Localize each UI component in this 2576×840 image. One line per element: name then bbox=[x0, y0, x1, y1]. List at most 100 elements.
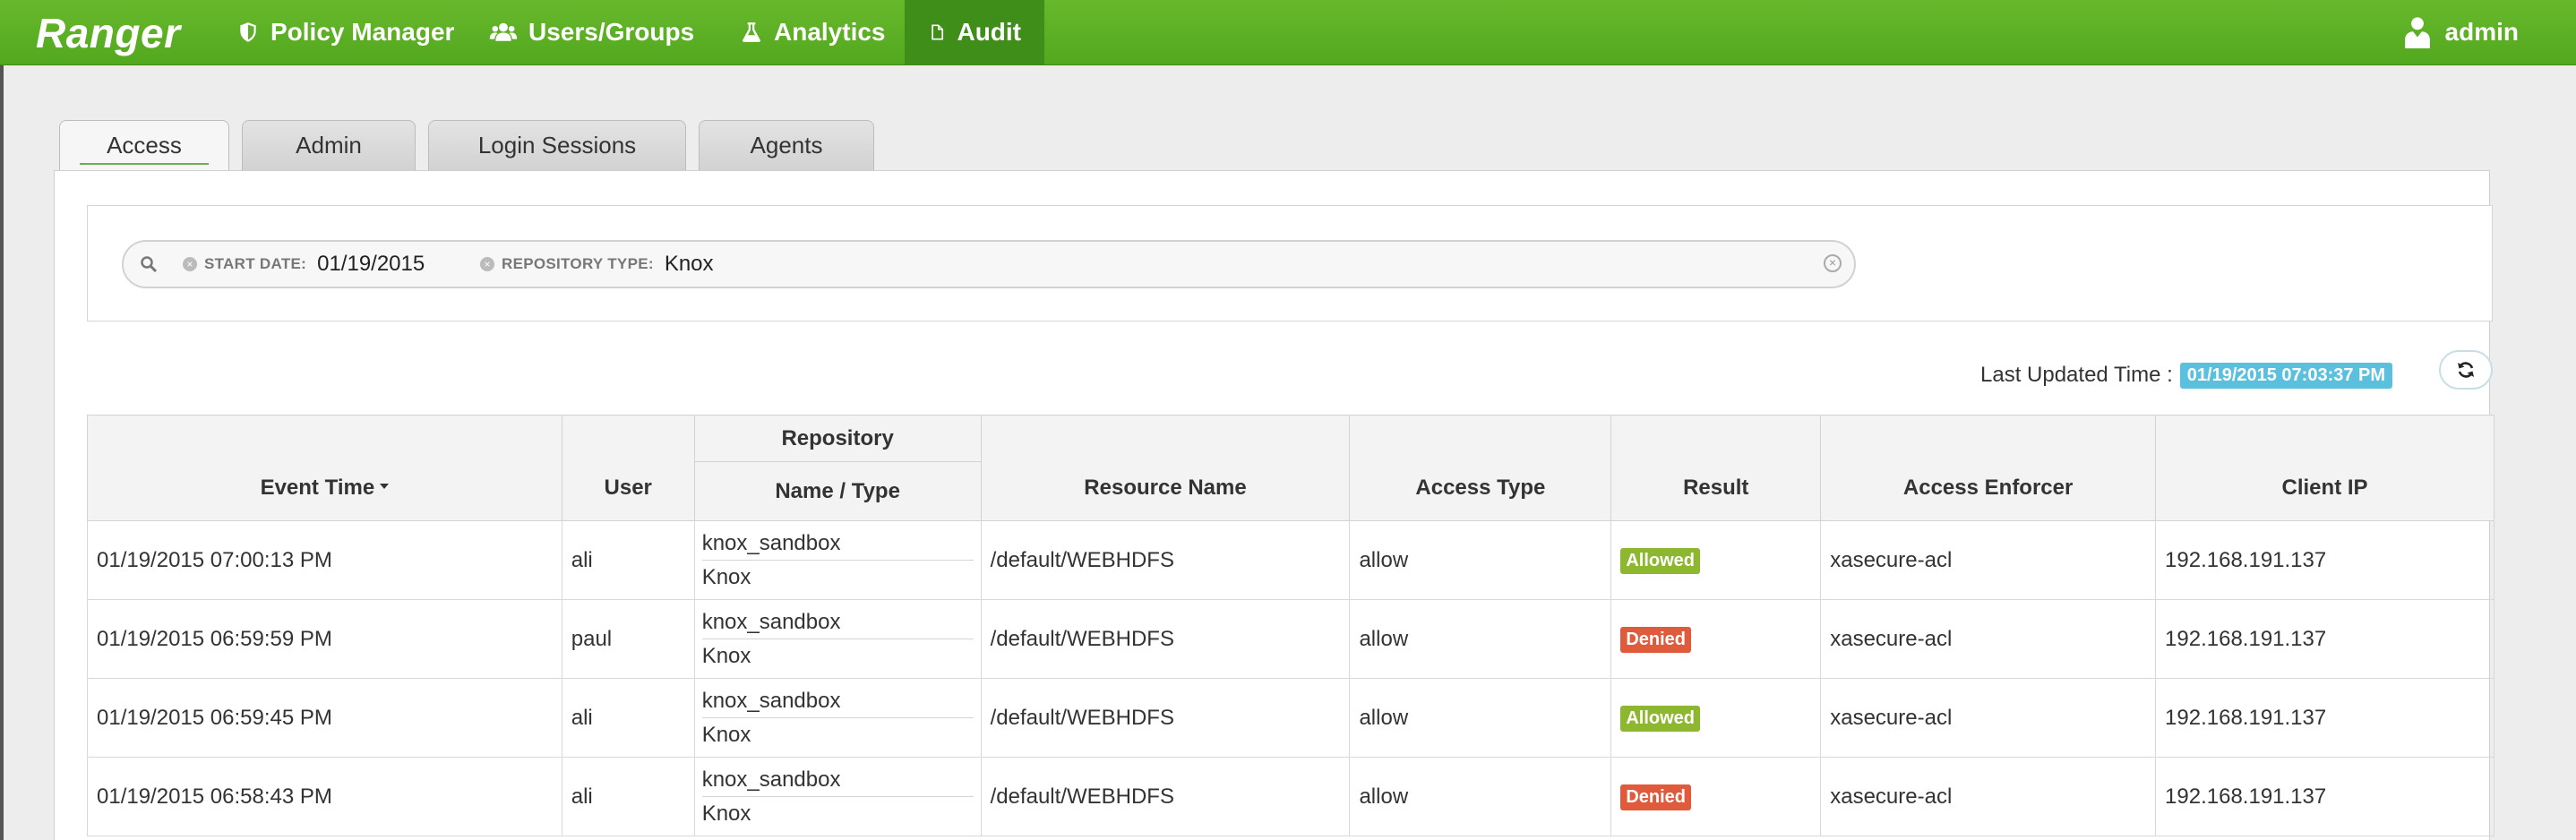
shield-icon bbox=[240, 22, 256, 42]
cell-event-time: 01/19/2015 07:00:13 PM bbox=[87, 520, 562, 600]
facet-start-date[interactable]: × START DATE: 01/19/2015 bbox=[183, 242, 425, 287]
cell-resource: /default/WEBHDFS bbox=[980, 520, 1351, 600]
cell-repository: knox_sandbox Knox bbox=[693, 520, 982, 600]
cell-access-type: allow bbox=[1349, 599, 1612, 679]
tab-login-sessions[interactable]: Login Sessions bbox=[428, 120, 686, 170]
result-badge-allowed: Allowed bbox=[1620, 547, 1700, 574]
repo-type: Knox bbox=[701, 643, 751, 668]
clear-search-icon[interactable]: × bbox=[1824, 254, 1842, 272]
cell-client-ip: 192.168.191.137 bbox=[2155, 757, 2494, 836]
col-access-enforcer: Access Enforcer bbox=[1820, 415, 2157, 521]
facet-label: START DATE: bbox=[204, 255, 307, 272]
remove-facet-icon[interactable]: × bbox=[480, 257, 494, 271]
col-access-type: Access Type bbox=[1349, 415, 1612, 521]
nav-analytics[interactable]: Analytics bbox=[717, 0, 909, 64]
file-icon bbox=[932, 24, 944, 40]
top-navbar: Ranger Policy Manager Users/Groups Analy… bbox=[0, 0, 2576, 65]
refresh-button[interactable] bbox=[2439, 350, 2493, 390]
last-updated-timestamp: 01/19/2015 07:03:37 PM bbox=[2179, 362, 2393, 389]
nav-analytics-label: Analytics bbox=[774, 18, 886, 46]
last-updated: Last Updated Time : 01/19/2015 07:03:37 … bbox=[1980, 359, 2393, 391]
brand-logo[interactable]: Ranger bbox=[36, 9, 180, 57]
cell-enforcer: xasecure-acl bbox=[1820, 678, 2157, 758]
tab-admin[interactable]: Admin bbox=[242, 120, 416, 170]
cell-client-ip: 192.168.191.137 bbox=[2155, 520, 2494, 600]
col-group-repository: Repository bbox=[693, 415, 982, 462]
col-resource-name: Resource Name bbox=[980, 415, 1351, 521]
table-row: 01/19/2015 07:00:13 PM ali knox_sandbox … bbox=[87, 520, 2494, 600]
cell-user: ali bbox=[561, 520, 695, 600]
sort-desc-icon bbox=[380, 484, 390, 489]
nav-audit-label: Audit bbox=[957, 18, 1021, 46]
table-row: 01/19/2015 06:58:43 PM ali knox_sandbox … bbox=[87, 757, 2494, 836]
col-user: User bbox=[561, 415, 695, 521]
cell-result: Denied bbox=[1610, 599, 1822, 679]
tab-agents[interactable]: Agents bbox=[699, 120, 874, 170]
cell-enforcer: xasecure-acl bbox=[1820, 757, 2157, 836]
cell-enforcer: xasecure-acl bbox=[1820, 599, 2157, 679]
nav-users-groups[interactable]: Users/Groups bbox=[466, 0, 717, 64]
cell-repository: knox_sandbox Knox bbox=[693, 757, 982, 836]
user-icon bbox=[2404, 17, 2430, 48]
cell-repository: knox_sandbox Knox bbox=[693, 678, 982, 758]
result-badge-denied: Denied bbox=[1620, 784, 1691, 810]
facet-repository-type[interactable]: × REPOSITORY TYPE: Knox bbox=[480, 242, 714, 287]
user-menu[interactable]: admin bbox=[2402, 0, 2519, 64]
cell-resource: /default/WEBHDFS bbox=[980, 599, 1351, 679]
cell-access-type: allow bbox=[1349, 678, 1612, 758]
facet-value[interactable]: Knox bbox=[665, 252, 714, 277]
col-client-ip: Client IP bbox=[2155, 415, 2494, 521]
result-badge-denied: Denied bbox=[1620, 626, 1691, 653]
cell-repository: knox_sandbox Knox bbox=[693, 599, 982, 679]
audit-tabs: Access Admin Login Sessions Agents bbox=[59, 120, 874, 170]
cell-event-time: 01/19/2015 06:59:59 PM bbox=[87, 599, 562, 679]
tab-access[interactable]: Access bbox=[59, 120, 229, 170]
cell-client-ip: 192.168.191.137 bbox=[2155, 678, 2494, 758]
cell-enforcer: xasecure-acl bbox=[1820, 520, 2157, 600]
cell-resource: /default/WEBHDFS bbox=[980, 678, 1351, 758]
table-row: 01/19/2015 06:59:59 PM paul knox_sandbox… bbox=[87, 599, 2494, 679]
username: admin bbox=[2444, 18, 2519, 46]
col-name-type: Name / Type bbox=[693, 461, 982, 521]
access-panel: × START DATE: 01/19/2015 × REPOSITORY TY… bbox=[54, 170, 2494, 840]
cell-result: Denied bbox=[1610, 757, 1822, 836]
cell-user: ali bbox=[561, 678, 695, 758]
users-icon bbox=[489, 22, 518, 41]
table-row: 01/19/2015 06:59:45 PM ali knox_sandbox … bbox=[87, 678, 2494, 758]
facet-label: REPOSITORY TYPE: bbox=[502, 255, 654, 272]
cell-user: ali bbox=[561, 757, 695, 836]
nav-users-groups-label: Users/Groups bbox=[528, 18, 695, 46]
cell-user: paul bbox=[561, 599, 695, 679]
col-result: Result bbox=[1610, 415, 1822, 521]
search-container: × START DATE: 01/19/2015 × REPOSITORY TY… bbox=[87, 205, 2493, 321]
flask-icon bbox=[743, 22, 760, 42]
remove-facet-icon[interactable]: × bbox=[183, 257, 197, 271]
result-badge-allowed: Allowed bbox=[1620, 705, 1700, 732]
cell-client-ip: 192.168.191.137 bbox=[2155, 599, 2494, 679]
repo-name: knox_sandbox bbox=[701, 761, 974, 797]
nav-policy-manager-label: Policy Manager bbox=[270, 18, 455, 46]
visual-search-input[interactable]: × START DATE: 01/19/2015 × REPOSITORY TY… bbox=[122, 240, 1856, 288]
repo-type: Knox bbox=[701, 722, 751, 747]
repo-name: knox_sandbox bbox=[701, 604, 974, 639]
nav-policy-manager[interactable]: Policy Manager bbox=[213, 0, 477, 64]
last-updated-label: Last Updated Time : bbox=[1980, 363, 2173, 387]
window-edge bbox=[0, 65, 4, 840]
access-audit-table: Event Time User Repository Resource Name… bbox=[87, 415, 2494, 836]
col-event-time[interactable]: Event Time bbox=[87, 415, 562, 521]
refresh-icon bbox=[2458, 362, 2474, 378]
repo-name: knox_sandbox bbox=[701, 682, 974, 718]
nav-audit[interactable]: Audit bbox=[905, 0, 1044, 64]
cell-access-type: allow bbox=[1349, 757, 1612, 836]
repo-name: knox_sandbox bbox=[701, 525, 974, 561]
cell-result: Allowed bbox=[1610, 678, 1822, 758]
cell-event-time: 01/19/2015 06:59:45 PM bbox=[87, 678, 562, 758]
facet-value[interactable]: 01/19/2015 bbox=[317, 252, 425, 277]
search-icon bbox=[141, 256, 158, 273]
cell-result: Allowed bbox=[1610, 520, 1822, 600]
cell-resource: /default/WEBHDFS bbox=[980, 757, 1351, 836]
repo-type: Knox bbox=[701, 564, 751, 589]
cell-event-time: 01/19/2015 06:58:43 PM bbox=[87, 757, 562, 836]
repo-type: Knox bbox=[701, 801, 751, 826]
cell-access-type: allow bbox=[1349, 520, 1612, 600]
